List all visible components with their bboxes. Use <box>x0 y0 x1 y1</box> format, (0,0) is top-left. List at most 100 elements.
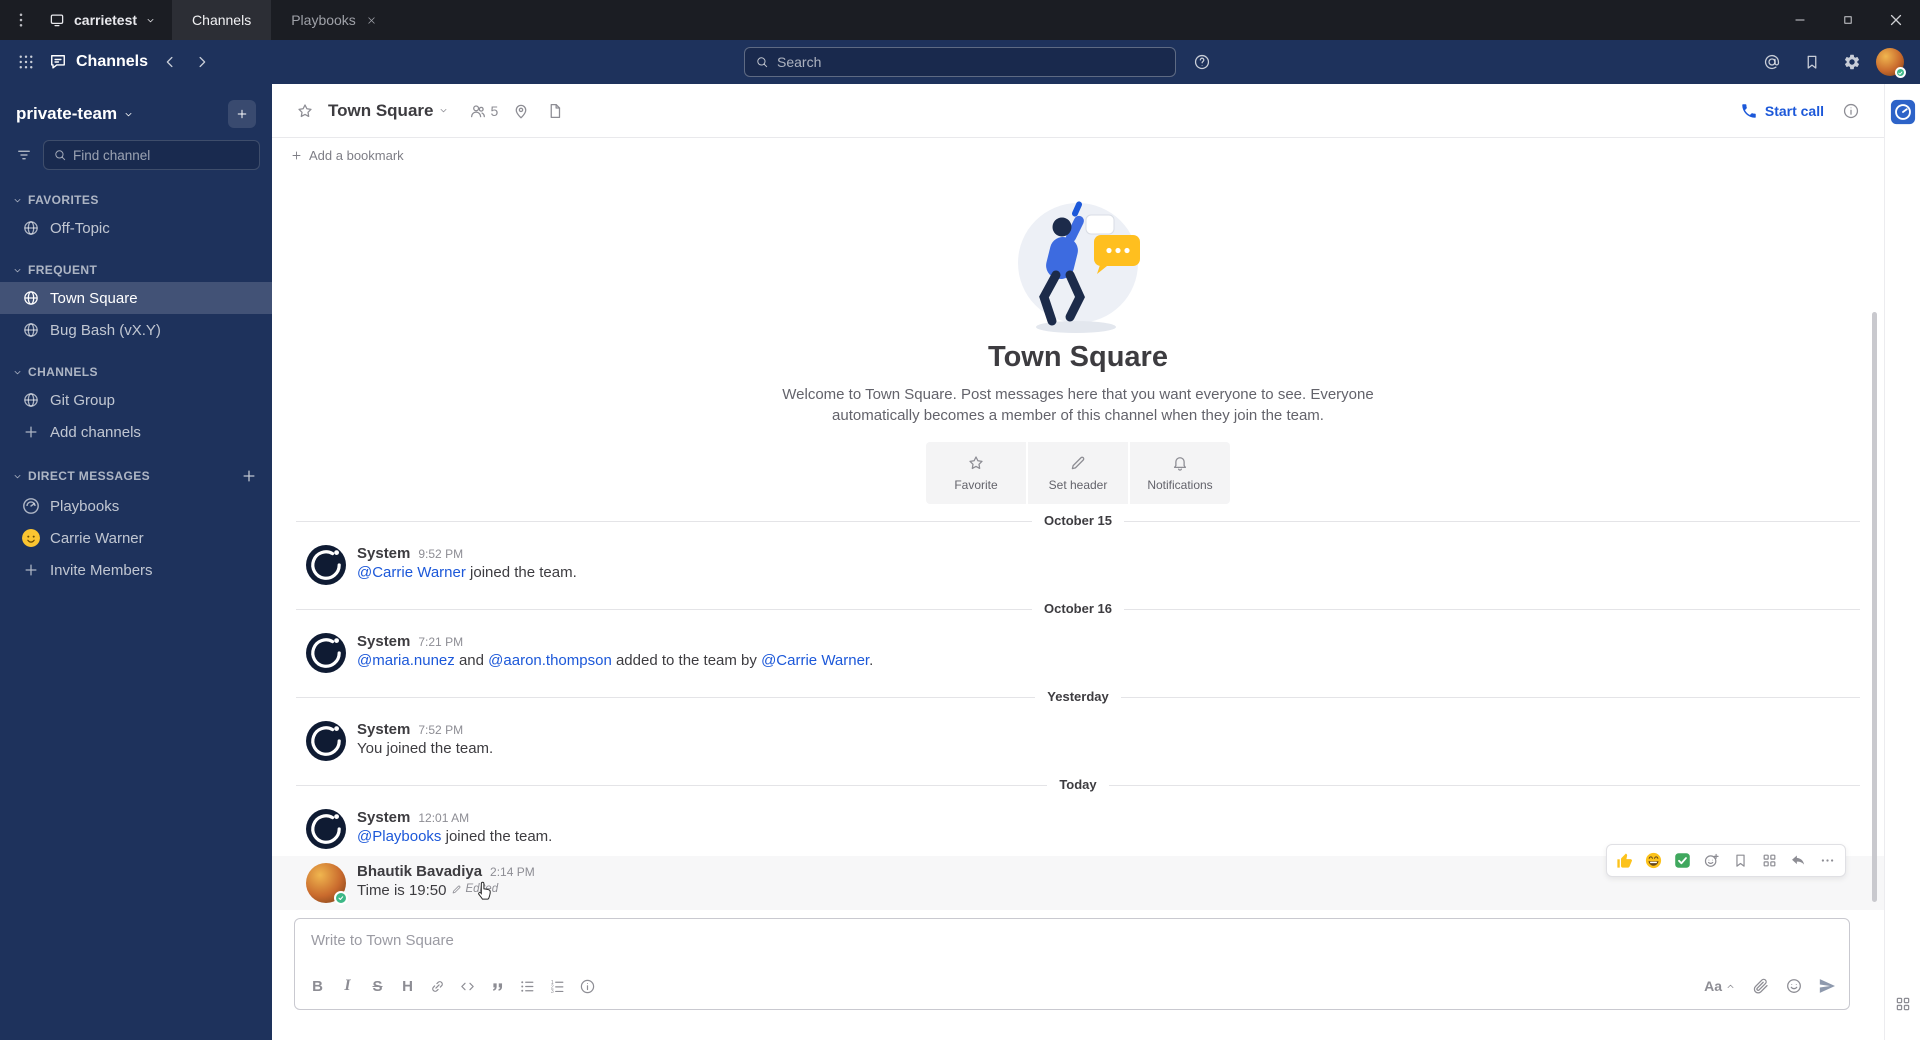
strikethrough-button[interactable]: S <box>363 972 392 1001</box>
add-direct-message-button[interactable] <box>240 467 258 485</box>
italic-button[interactable]: I <box>333 972 362 1001</box>
sidebar-section-header-favorites[interactable]: FAVORITES <box>0 190 272 212</box>
code-button[interactable] <box>453 972 482 1001</box>
sidebar-item-git-group[interactable]: Git Group <box>0 384 272 416</box>
intro-action-set-header[interactable]: Set header <box>1028 442 1128 504</box>
channel-files-button[interactable] <box>540 96 570 126</box>
composer-toolbar: BISH 123 Aa <box>295 967 1849 1009</box>
help-button[interactable] <box>1186 46 1218 78</box>
sidebar-item-bug-bash-vx-y[interactable]: Bug Bash (vX.Y) <box>0 314 272 346</box>
channel-filter-button[interactable] <box>10 140 37 170</box>
channel-info-button[interactable] <box>1836 96 1866 126</box>
help-button[interactable] <box>573 972 602 1001</box>
link-button[interactable] <box>423 972 452 1001</box>
playbooks-app-button[interactable] <box>1889 98 1917 126</box>
search-input[interactable] <box>777 54 1165 70</box>
save-message-button[interactable] <box>1727 847 1754 874</box>
find-channel-input[interactable] <box>73 147 250 163</box>
sidebar-item-off-topic[interactable]: Off-Topic <box>0 212 272 244</box>
add-channel-button[interactable] <box>228 100 256 128</box>
minimize-button[interactable] <box>1776 0 1824 40</box>
product-switcher-button[interactable] <box>10 46 42 78</box>
recent-mentions-button[interactable] <box>1756 46 1788 78</box>
intro-action-favorite[interactable]: Favorite <box>926 442 1026 504</box>
close-window-button[interactable] <box>1872 0 1920 40</box>
start-call-button[interactable]: Start call <box>1732 102 1832 120</box>
mention-link[interactable]: @maria.nunez <box>357 652 455 669</box>
message-author[interactable]: Bhautik Bavadiya <box>357 863 482 880</box>
message-body: System 9:52 PM @Carrie Warner joined the t… <box>357 545 1860 585</box>
channel-members-button[interactable]: 5 <box>465 102 502 120</box>
pinned-posts-button[interactable] <box>506 96 536 126</box>
team-menu-button[interactable]: private-team <box>16 104 134 124</box>
mention-link[interactable]: @Playbooks <box>357 828 441 845</box>
date-divider: October 16 <box>296 600 1860 618</box>
message-author[interactable]: System <box>357 545 410 562</box>
quick-reaction-white-check-mark-button[interactable] <box>1669 847 1696 874</box>
numbered-list-button[interactable]: 123 <box>543 972 572 1001</box>
tab-channels[interactable]: Channels <box>172 0 272 40</box>
reply-button[interactable] <box>1785 847 1812 874</box>
find-channel-box[interactable] <box>43 140 260 170</box>
mention-link[interactable]: @Carrie Warner <box>357 564 466 581</box>
message-author[interactable]: System <box>357 721 410 738</box>
app-menu-button[interactable] <box>0 0 42 40</box>
sidebar-section-header-frequent[interactable]: FREQUENT <box>0 260 272 282</box>
sidebar-item-town-square[interactable]: Town Square <box>0 282 272 314</box>
message-system[interactable]: System 9:52 PM @Carrie Warner joined the t… <box>272 538 1884 592</box>
message-author[interactable]: System <box>357 633 410 650</box>
tab-playbooks[interactable]: Playbooks <box>271 0 397 40</box>
message-text: Time is 19:50 Edited <box>357 882 499 899</box>
sidebar-section-direct-messages: DIRECT MESSAGES Playbooks Carrie Warner Inv… <box>0 464 272 586</box>
message-actions-button[interactable] <box>1756 847 1783 874</box>
settings-button[interactable] <box>1836 46 1868 78</box>
server-selector[interactable]: carrietest <box>42 11 172 29</box>
close-tab-icon[interactable] <box>366 15 377 26</box>
more-actions-button[interactable] <box>1814 847 1841 874</box>
app-bar <box>1884 84 1920 1040</box>
bold-button[interactable]: B <box>303 972 332 1001</box>
message-bhautik-bavadiya[interactable]: Bhautik Bavadiya 2:14 PM Time is 19:50 Edit… <box>272 844 1884 910</box>
quick-reaction-smile-button[interactable] <box>1640 847 1667 874</box>
attach-file-button[interactable] <box>1746 972 1775 1001</box>
message-author[interactable]: System <box>357 809 410 826</box>
date-divider-label: October 15 <box>1032 513 1124 528</box>
intro-action-notifications[interactable]: Notifications <box>1130 442 1230 504</box>
pin-icon <box>512 102 530 120</box>
history-forward-button[interactable] <box>186 46 218 78</box>
message-system[interactable]: System 7:52 PM You joined the team. <box>272 714 1884 768</box>
emoji-picker-button[interactable] <box>1779 972 1808 1001</box>
add-bookmark-button[interactable]: Add a bookmark <box>290 148 404 163</box>
member-count: 5 <box>490 102 499 119</box>
message-system[interactable]: System 7:21 PM @maria.nunez and @aaron.tho… <box>272 626 1884 680</box>
quote-button[interactable] <box>483 972 512 1001</box>
sidebar-item-playbooks[interactable]: Playbooks <box>0 490 272 522</box>
scrollbar-thumb[interactable] <box>1872 312 1877 902</box>
message-text: @maria.nunez and @aaron.thompson added t… <box>357 652 874 669</box>
bulleted-list-button[interactable] <box>513 972 542 1001</box>
sidebar-section-header-direct-messages[interactable]: DIRECT MESSAGES <box>0 464 272 490</box>
add-reaction-button[interactable] <box>1698 847 1725 874</box>
saved-messages-button[interactable] <box>1796 46 1828 78</box>
user-avatar[interactable] <box>1876 48 1906 78</box>
sidebar-section-header-channels[interactable]: CHANNELS <box>0 362 272 384</box>
history-back-button[interactable] <box>154 46 186 78</box>
arrow-right-icon <box>193 53 211 71</box>
app-tabs: Channels Playbooks <box>172 0 397 40</box>
apps-grid-button[interactable] <box>1894 995 1912 1018</box>
mention-link[interactable]: @Carrie Warner <box>761 652 869 669</box>
channel-name-menu[interactable]: Town Square <box>324 101 453 121</box>
sidebar-item-invite-members[interactable]: Invite Members <box>0 554 272 586</box>
global-search[interactable] <box>744 47 1176 77</box>
send-message-button[interactable] <box>1812 972 1841 1001</box>
maximize-button[interactable] <box>1824 0 1872 40</box>
heading-button[interactable]: H <box>393 972 422 1001</box>
quick-reaction-thumbsup-button[interactable] <box>1611 847 1638 874</box>
toggle-formatting-button[interactable]: Aa <box>1698 972 1742 1001</box>
message-input[interactable]: Write to Town Square <box>295 919 1849 967</box>
sidebar-item-carrie-warner[interactable]: Carrie Warner <box>0 522 272 554</box>
sidebar-item-add-channels[interactable]: Add channels <box>0 416 272 448</box>
message-composer[interactable]: Write to Town Square BISH 123 Aa <box>294 918 1850 1010</box>
favorite-channel-button[interactable] <box>290 96 320 126</box>
mention-link[interactable]: @aaron.thompson <box>488 652 612 669</box>
